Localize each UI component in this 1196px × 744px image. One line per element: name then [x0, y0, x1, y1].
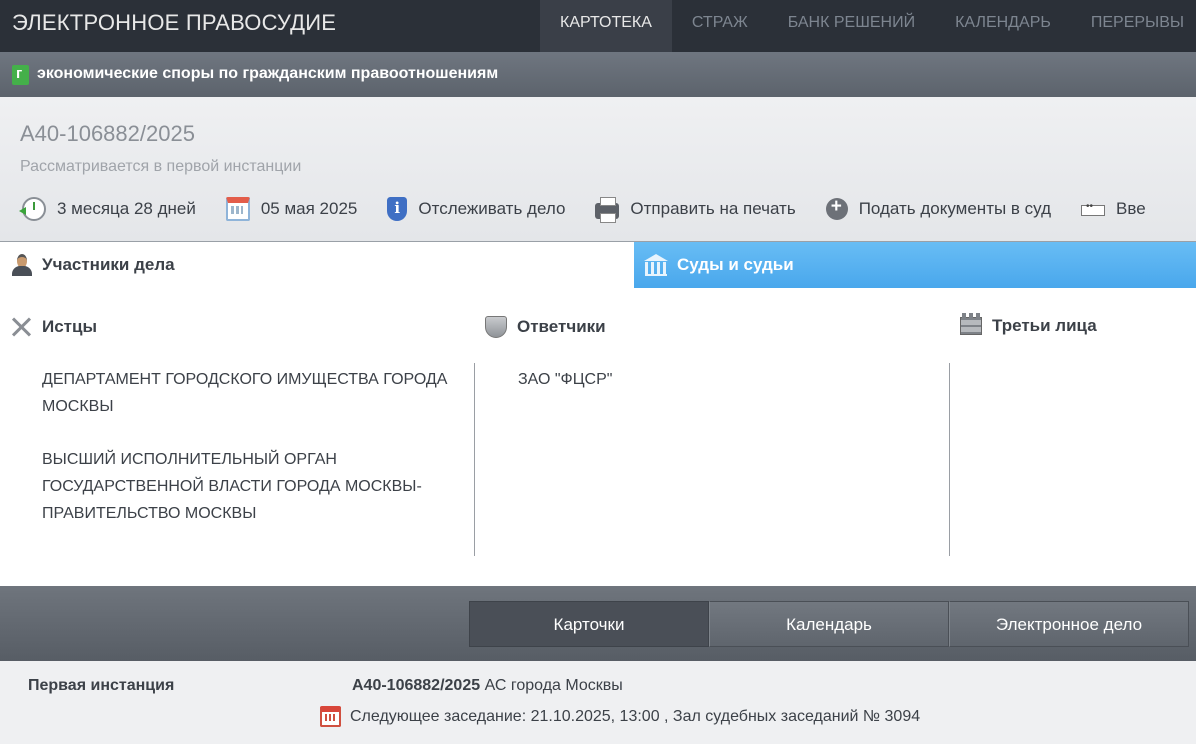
- crossed-swords-icon: [10, 316, 32, 338]
- tab-courts-label: Суды и судьи: [677, 255, 794, 274]
- instance-court: АС города Москвы: [484, 677, 623, 694]
- print-label: Отправить на печать: [630, 199, 796, 218]
- calendar-icon: [320, 706, 341, 727]
- top-nav: КАРТОТЕКА СТРАЖ БАНК РЕШЕНИЙ КАЛЕНДАРЬ П…: [540, 0, 1196, 52]
- shield-icon: [485, 316, 507, 338]
- track-case-label: Отслеживать дело: [418, 199, 566, 218]
- plaintiff-item[interactable]: ВЫСШИЙ ИСПОЛНИТЕЛЬНЫЙ ОРГАН ГОСУДАРСТВЕН…: [42, 446, 452, 527]
- participants-panel: Истцы ДЕПАРТАМЕНТ ГОРОДСКОГО ИМУЩЕСТВА Г…: [0, 288, 1196, 586]
- case-number: А40-106882/2025: [20, 121, 195, 146]
- plaintiffs-title: Истцы: [42, 317, 97, 336]
- electronic-case-button[interactable]: Электронное дело: [949, 601, 1189, 647]
- site-brand[interactable]: ЭЛЕКТРОННОЕ ПРАВОСУДИЕ: [12, 10, 336, 36]
- nav-pereryvy[interactable]: ПЕРЕРЫВЫ: [1071, 0, 1196, 52]
- calendar-icon: [225, 197, 250, 221]
- case-tabs: Участники дела Суды и судьи: [0, 242, 1196, 288]
- video-label: Вве: [1116, 199, 1146, 218]
- top-bar: ЭЛЕКТРОННОЕ ПРАВОСУДИЕ КАРТОТЕКА СТРАЖ Б…: [0, 0, 1196, 52]
- case-date: 05 мая 2025: [225, 197, 358, 221]
- plaintiffs-list: ДЕПАРТАМЕНТ ГОРОДСКОГО ИМУЩЕСТВА ГОРОДА …: [42, 366, 452, 553]
- nav-strazh[interactable]: СТРАЖ: [672, 0, 768, 52]
- bottom-nav-bar: Карточки Календарь Электронное дело: [0, 586, 1196, 661]
- third-parties-column: Третьи лица: [950, 288, 1196, 586]
- case-status: Рассматривается в первой инстанции: [20, 158, 302, 175]
- courthouse-icon: [644, 254, 668, 276]
- tab-participants[interactable]: Участники дела: [0, 242, 634, 288]
- instance-row: Первая инстанция А40-106882/2025 АС горо…: [0, 661, 1196, 744]
- person-icon: [10, 253, 34, 277]
- instance-case-number[interactable]: А40-106882/2025: [352, 677, 480, 694]
- calendar-button[interactable]: Календарь: [709, 601, 949, 647]
- civil-category-icon: [12, 65, 29, 85]
- nav-calendar[interactable]: КАЛЕНДАРЬ: [935, 0, 1071, 52]
- clock-back-icon: [19, 197, 46, 221]
- third-parties-title: Третьи лица: [992, 316, 1097, 335]
- defendants-column: Ответчики ЗАО "ФЦСР": [475, 288, 950, 586]
- next-hearing-text: Следующее заседание: 21.10.2025, 13:00 ,…: [350, 707, 921, 725]
- brick-wall-icon: [960, 313, 982, 335]
- case-category-title: экономические споры по гражданским право…: [37, 65, 499, 82]
- defendants-title: Ответчики: [517, 317, 606, 336]
- plaintiffs-heading: Истцы: [10, 316, 97, 338]
- printer-icon: [595, 197, 620, 223]
- third-parties-heading: Третьи лица: [960, 313, 1097, 336]
- plaintiff-item[interactable]: ДЕПАРТАМЕНТ ГОРОДСКОГО ИМУЩЕСТВА ГОРОДА …: [42, 366, 452, 420]
- submit-documents-button[interactable]: Подать документы в суд: [825, 196, 1052, 221]
- case-category-bar: экономические споры по гражданским право…: [0, 52, 1196, 97]
- nav-kartoteka[interactable]: КАРТОТЕКА: [540, 0, 672, 52]
- case-duration: 3 месяца 28 дней: [19, 197, 196, 221]
- print-button[interactable]: Отправить на печать: [595, 197, 796, 223]
- nav-bank-resheniy[interactable]: БАНК РЕШЕНИЙ: [768, 0, 935, 52]
- case-header: А40-106882/2025 Рассматривается в первой…: [0, 97, 1196, 242]
- case-duration-label: 3 месяца 28 дней: [57, 199, 196, 218]
- track-case-button[interactable]: Отслеживать дело: [387, 197, 565, 221]
- tab-courts-judges[interactable]: Суды и судьи: [634, 242, 1196, 288]
- plaintiffs-column: Истцы ДЕПАРТАМЕНТ ГОРОДСКОГО ИМУЩЕСТВА Г…: [0, 288, 475, 586]
- defendants-heading: Ответчики: [485, 316, 606, 338]
- defendants-list: ЗАО "ФЦСР": [518, 366, 918, 419]
- shield-info-icon: [387, 197, 408, 221]
- plus-circle-icon: [825, 196, 848, 220]
- instance-label: Первая инстанция: [28, 677, 175, 694]
- video-icon: [1081, 201, 1106, 216]
- video-button[interactable]: Вве: [1081, 197, 1146, 221]
- submit-documents-label: Подать документы в суд: [858, 199, 1052, 218]
- tab-participants-label: Участники дела: [42, 255, 175, 274]
- instance-case: А40-106882/2025 АС города Москвы: [352, 677, 623, 695]
- next-hearing: Следующее заседание: 21.10.2025, 13:00 ,…: [320, 706, 920, 727]
- case-date-label: 05 мая 2025: [260, 199, 358, 218]
- bottom-nav-buttons: Карточки Календарь Электронное дело: [469, 601, 1189, 647]
- defendant-item[interactable]: ЗАО "ФЦСР": [518, 366, 918, 393]
- cards-button[interactable]: Карточки: [469, 601, 709, 647]
- case-actions: 3 месяца 28 дней 05 мая 2025 Отслеживать…: [19, 196, 1176, 223]
